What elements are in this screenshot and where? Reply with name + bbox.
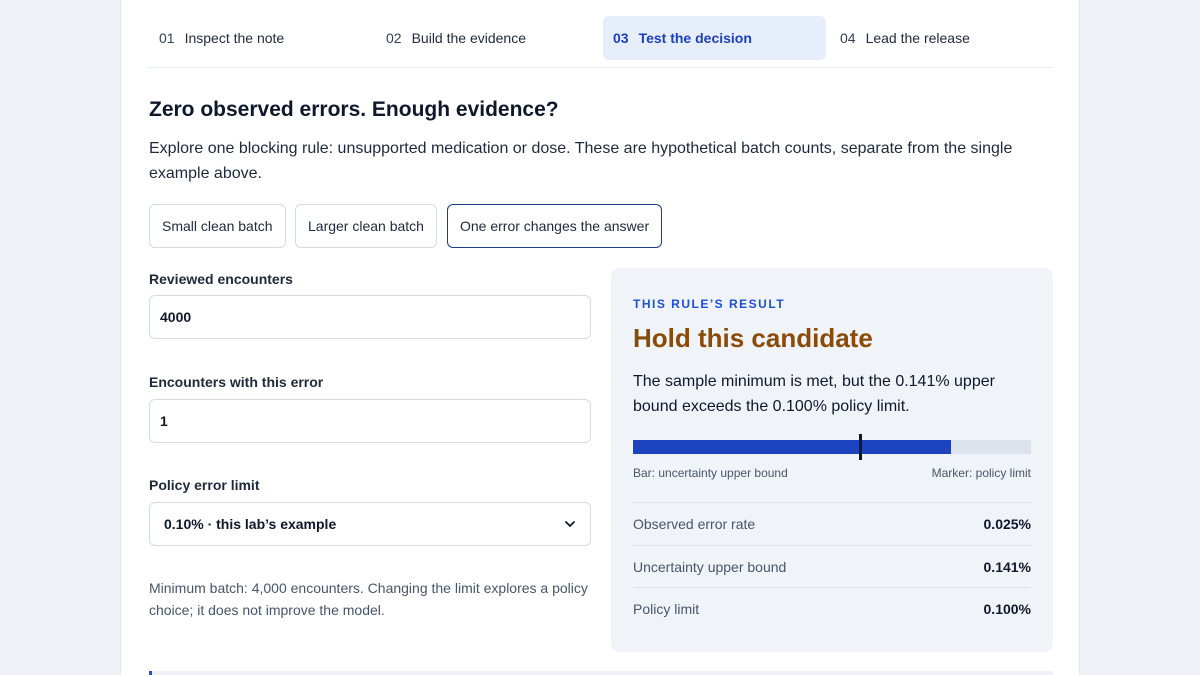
- step-number: 02: [386, 30, 402, 46]
- step-number: 01: [159, 30, 175, 46]
- tab-step-2[interactable]: 02 Build the evidence: [376, 16, 596, 60]
- result-verdict: Hold this candidate: [633, 323, 873, 353]
- bar-caption-left: Bar: uncertainty upper bound: [633, 466, 788, 480]
- lab-card: 01 Inspect the note 02 Build the evidenc…: [120, 0, 1080, 675]
- reviewed-encounters-input[interactable]: 4000: [149, 295, 591, 339]
- step-tabs: 01 Inspect the note 02 Build the evidenc…: [149, 16, 1053, 68]
- tab-step-3[interactable]: 03 Test the decision: [603, 16, 826, 60]
- section-heading: Zero observed errors. Enough evidence?: [149, 98, 559, 121]
- policy-error-limit-select[interactable]: 0.10% · this lab’s example: [149, 502, 591, 546]
- section-description: Explore one blocking rule: unsupported m…: [149, 140, 1013, 182]
- result-eyebrow: THIS RULE’S RESULT: [633, 297, 786, 311]
- preset-small-clean-batch-button[interactable]: Small clean batch: [149, 204, 286, 248]
- encounters-with-error-label: Encounters with this error: [149, 374, 324, 390]
- minimum-batch-note: Minimum batch: 4,000 encounters. Changin…: [149, 580, 588, 618]
- policy-limit-marker: [858, 434, 862, 460]
- step-label: Lead the release: [865, 30, 970, 46]
- metric-row-observed-error-rate: Observed error rate 0.025%: [633, 502, 1031, 545]
- metric-label: Observed error rate: [633, 516, 756, 532]
- step-number: 03: [613, 30, 629, 46]
- chevron-down-icon: [565, 521, 575, 527]
- policy-error-limit-value: 0.10% · this lab’s example: [164, 516, 337, 532]
- step-label: Test the decision: [638, 30, 752, 46]
- step-number: 04: [840, 30, 856, 46]
- metric-row-policy-limit: Policy limit 0.100%: [633, 587, 1031, 630]
- policy-error-limit-label: Policy error limit: [149, 477, 260, 493]
- metric-row-uncertainty-upper-bound: Uncertainty upper bound 0.141%: [633, 545, 1031, 588]
- upper-bound-bar-fill: [633, 440, 952, 454]
- encounters-with-error-input[interactable]: 1: [149, 399, 591, 443]
- metric-label: Policy limit: [633, 601, 700, 617]
- rule-result-panel: THIS RULE’S RESULT Hold this candidate T…: [611, 268, 1053, 652]
- tab-step-4[interactable]: 04 Lead the release: [830, 16, 1050, 60]
- metric-label: Uncertainty upper bound: [633, 559, 787, 575]
- metric-value: 0.141%: [983, 559, 1031, 575]
- reviewed-encounters-label: Reviewed encounters: [149, 271, 293, 287]
- step-label: Build the evidence: [411, 30, 526, 46]
- step-label: Inspect the note: [184, 30, 285, 46]
- preset-one-error-button[interactable]: One error changes the answer: [447, 204, 663, 248]
- preset-larger-clean-batch-button[interactable]: Larger clean batch: [295, 204, 437, 248]
- metric-value: 0.100%: [983, 601, 1031, 617]
- upper-bound-bar-track: [633, 440, 1031, 454]
- result-explanation: The sample minimum is met, but the 0.141…: [633, 373, 995, 415]
- bar-caption-right: Marker: policy limit: [931, 466, 1031, 480]
- tab-step-1[interactable]: 01 Inspect the note: [149, 16, 369, 60]
- metric-value: 0.025%: [983, 516, 1031, 532]
- next-section-accent: [149, 671, 1053, 675]
